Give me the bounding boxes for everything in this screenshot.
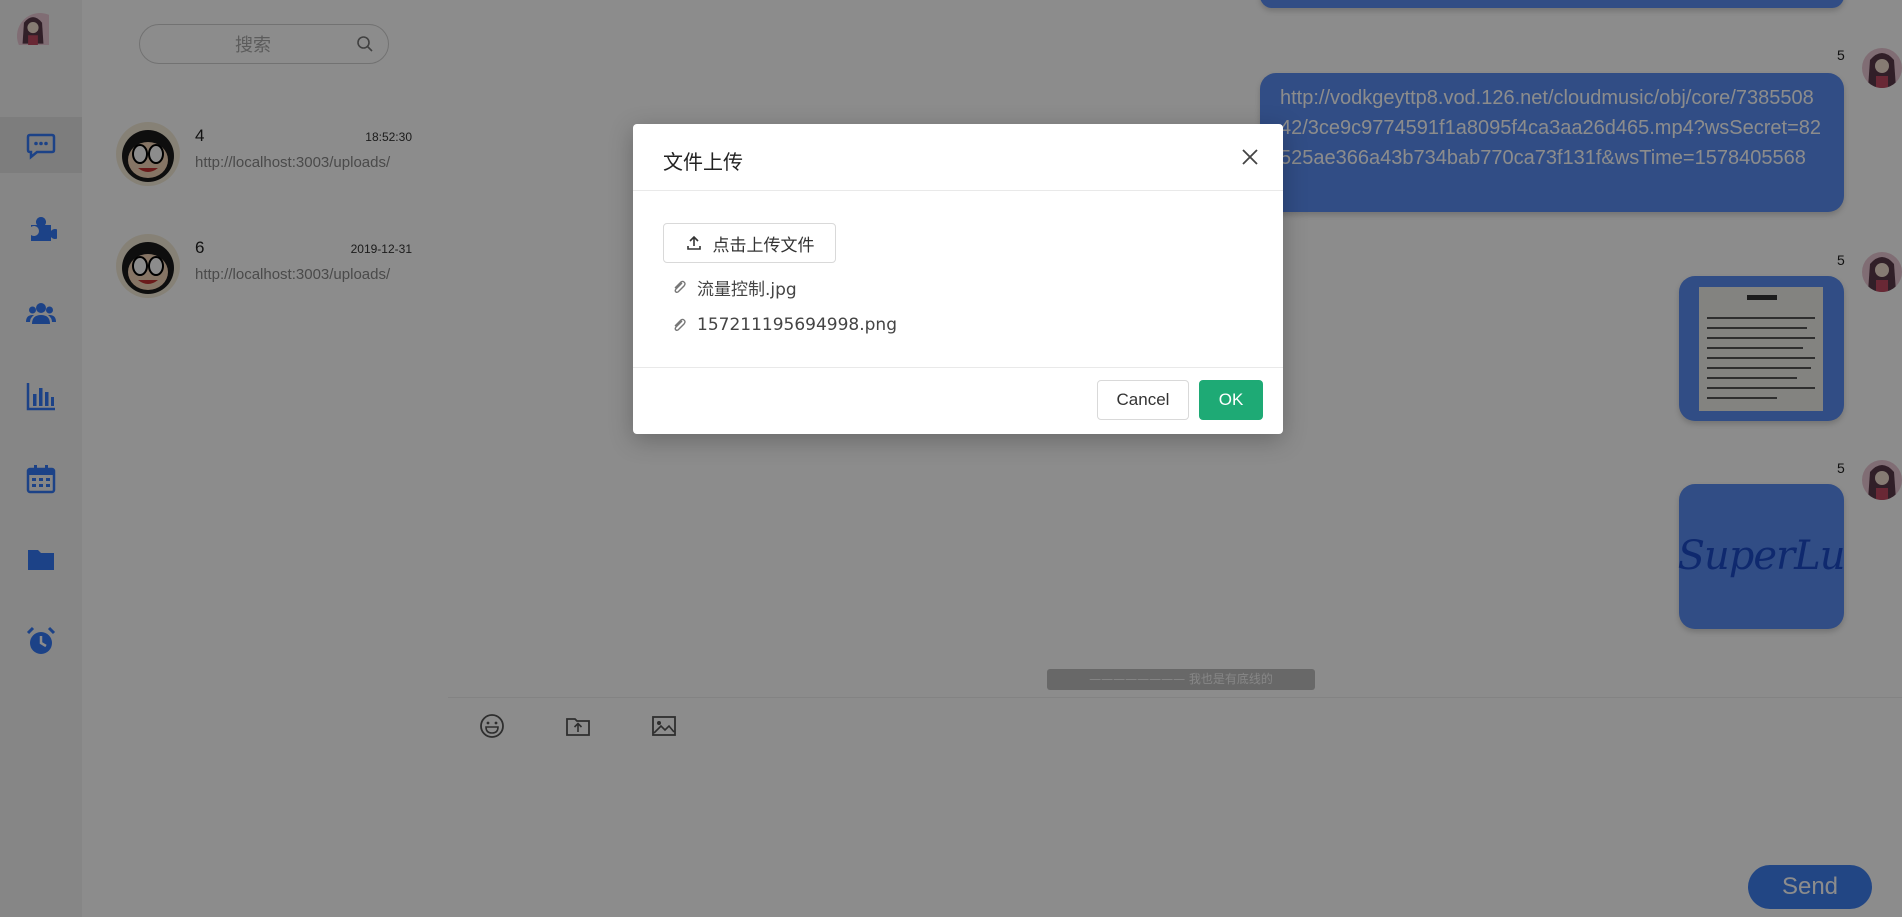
upload-file-label: 点击上传文件: [712, 235, 815, 256]
upload-icon: [686, 235, 701, 250]
paperclip-icon: [674, 280, 686, 294]
dialog-header: 文件上传: [633, 124, 1283, 191]
upload-file-button[interactable]: 点击上传文件: [663, 223, 836, 263]
uploaded-file-item[interactable]: 157211195694998.png: [671, 312, 897, 338]
dialog-title: 文件上传: [663, 150, 743, 174]
close-icon[interactable]: [1239, 146, 1261, 168]
file-name: 157211195694998.png: [697, 315, 897, 335]
ok-button[interactable]: OK: [1199, 380, 1263, 420]
paperclip-icon: [674, 318, 686, 332]
uploaded-file-item[interactable]: 流量控制.jpg: [671, 274, 797, 300]
file-name: 流量控制.jpg: [697, 279, 797, 300]
file-upload-dialog: 文件上传 点击上传文件 流量控制.jpg 157211195694998.png…: [633, 124, 1283, 434]
dialog-footer: Cancel OK: [633, 367, 1283, 434]
cancel-button[interactable]: Cancel: [1097, 380, 1189, 420]
